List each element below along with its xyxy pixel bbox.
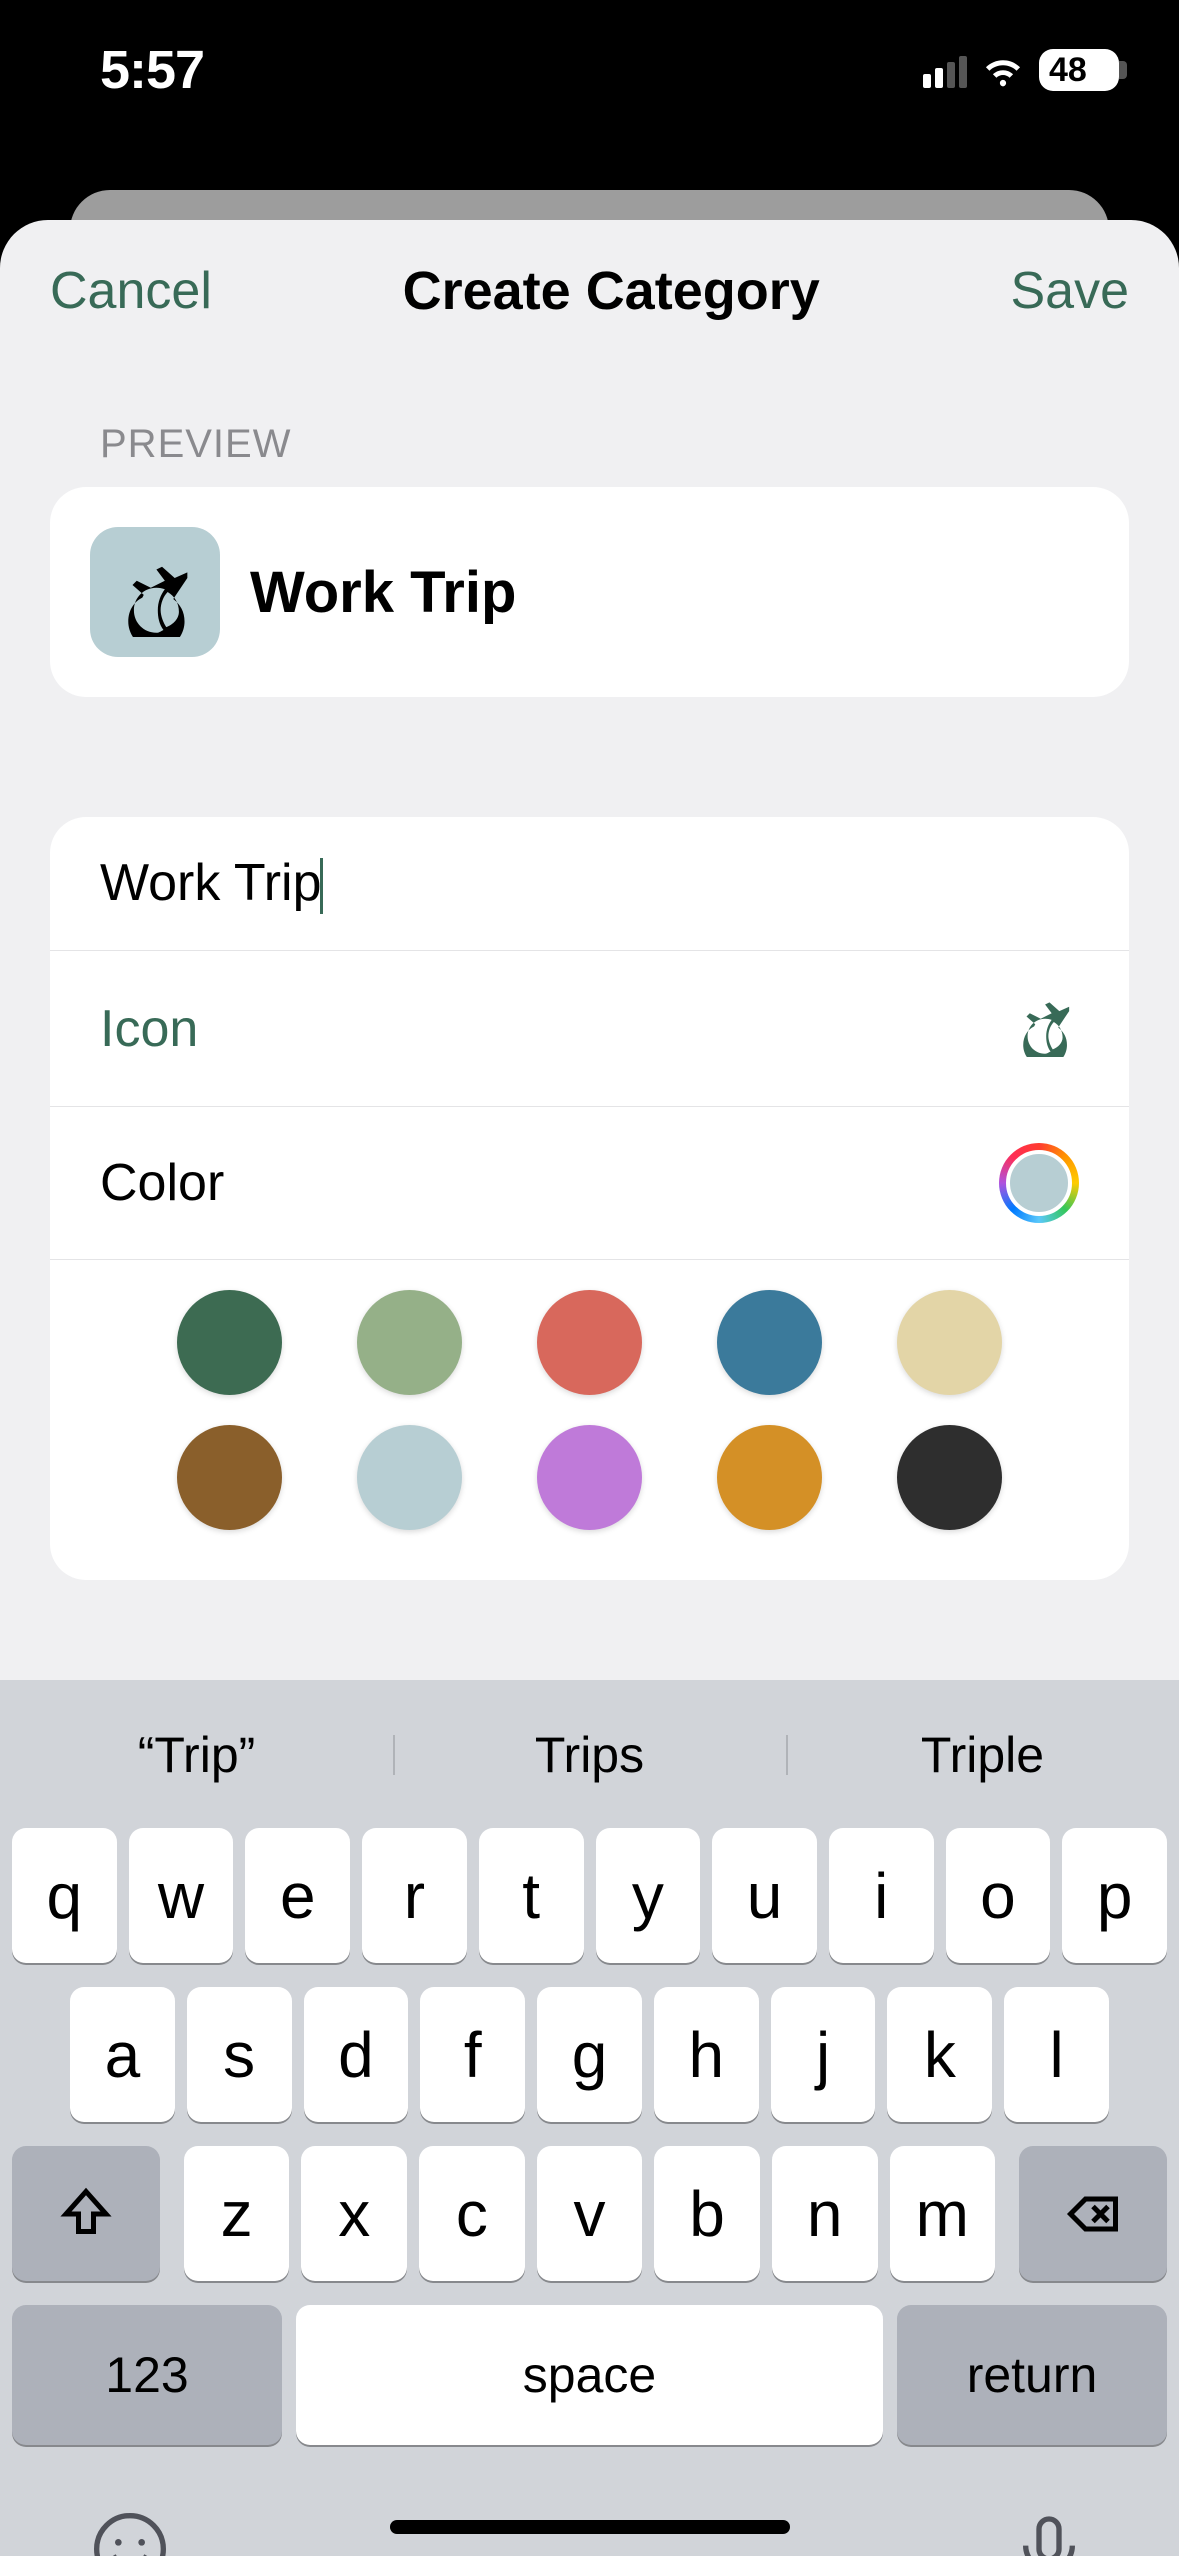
key-k[interactable]: k — [887, 1987, 992, 2122]
name-input-row[interactable]: Work Trip — [50, 817, 1129, 951]
page-title: Create Category — [403, 260, 820, 322]
battery-level: 48 — [1049, 51, 1087, 90]
name-input[interactable]: Work Trip — [100, 853, 323, 914]
color-row-label: Color — [100, 1153, 224, 1213]
text-cursor — [320, 858, 323, 914]
color-swatch-9[interactable] — [897, 1425, 1002, 1530]
keyboard: “Trip” Trips Triple qwertyuiop asdfghjkl… — [0, 1680, 1179, 2556]
keyboard-bottom-bar — [0, 2469, 1179, 2556]
key-y[interactable]: y — [596, 1828, 701, 1963]
preview-card: Work Trip — [50, 487, 1129, 697]
preview-section-label: PREVIEW — [0, 352, 1179, 487]
key-row-2: asdfghjkl — [12, 1987, 1167, 2122]
save-button[interactable]: Save — [1010, 261, 1129, 321]
color-swatch-4[interactable] — [897, 1290, 1002, 1395]
color-swatch-0[interactable] — [177, 1290, 282, 1395]
numbers-key[interactable]: 123 — [12, 2305, 282, 2445]
status-indicators: 48 — [923, 46, 1119, 95]
key-l[interactable]: l — [1004, 1987, 1109, 2122]
emoji-button[interactable] — [90, 2509, 170, 2556]
color-swatch-8[interactable] — [717, 1425, 822, 1530]
create-category-sheet: Cancel Create Category Save PREVIEW Work… — [0, 220, 1179, 2556]
icon-selector-row[interactable]: Icon — [50, 951, 1129, 1107]
key-z[interactable]: z — [184, 2146, 290, 2281]
globe-travel-icon — [1009, 987, 1079, 1057]
color-swatch-1[interactable] — [357, 1290, 462, 1395]
key-s[interactable]: s — [187, 1987, 292, 2122]
form-card: Work Trip Icon Color — [50, 817, 1129, 1580]
globe-travel-icon — [110, 547, 200, 637]
color-swatches — [50, 1260, 1129, 1540]
color-swatch-7[interactable] — [537, 1425, 642, 1530]
category-name-preview: Work Trip — [250, 559, 516, 626]
suggestion-2[interactable]: Trips — [393, 1726, 786, 1784]
key-d[interactable]: d — [304, 1987, 409, 2122]
key-u[interactable]: u — [712, 1828, 817, 1963]
key-c[interactable]: c — [419, 2146, 525, 2281]
key-m[interactable]: m — [890, 2146, 996, 2281]
key-row-4: 123 space return — [12, 2305, 1167, 2445]
backspace-icon — [1063, 2184, 1123, 2244]
key-o[interactable]: o — [946, 1828, 1051, 1963]
color-swatch-2[interactable] — [537, 1290, 642, 1395]
key-t[interactable]: t — [479, 1828, 584, 1963]
color-swatch-6[interactable] — [357, 1425, 462, 1530]
backspace-key[interactable] — [1019, 2146, 1167, 2281]
key-r[interactable]: r — [362, 1828, 467, 1963]
color-swatch-5[interactable] — [177, 1425, 282, 1530]
battery-indicator: 48 — [1039, 49, 1119, 91]
microphone-icon — [1009, 2509, 1089, 2556]
key-x[interactable]: x — [301, 2146, 407, 2281]
space-key[interactable]: space — [296, 2305, 883, 2445]
status-bar: 5:57 48 — [0, 0, 1179, 110]
key-e[interactable]: e — [245, 1828, 350, 1963]
return-key[interactable]: return — [897, 2305, 1167, 2445]
home-indicator[interactable] — [390, 2520, 790, 2534]
key-p[interactable]: p — [1062, 1828, 1167, 1963]
key-a[interactable]: a — [70, 1987, 175, 2122]
status-time: 5:57 — [100, 39, 204, 101]
key-j[interactable]: j — [771, 1987, 876, 2122]
color-wheel-icon[interactable] — [999, 1143, 1079, 1223]
key-w[interactable]: w — [129, 1828, 234, 1963]
icon-row-label: Icon — [100, 999, 198, 1059]
selected-icon-preview — [1009, 987, 1079, 1070]
key-g[interactable]: g — [537, 1987, 642, 2122]
key-row-3: zxcvbnm — [12, 2146, 1167, 2281]
key-b[interactable]: b — [654, 2146, 760, 2281]
dictation-button[interactable] — [1009, 2509, 1089, 2556]
color-swatch-3[interactable] — [717, 1290, 822, 1395]
color-selector-row[interactable]: Color — [50, 1107, 1129, 1260]
emoji-icon — [90, 2509, 170, 2556]
cancel-button[interactable]: Cancel — [50, 261, 212, 321]
shift-icon — [56, 2184, 116, 2244]
shift-key[interactable] — [12, 2146, 160, 2281]
suggestion-3[interactable]: Triple — [786, 1726, 1179, 1784]
key-v[interactable]: v — [537, 2146, 643, 2281]
key-h[interactable]: h — [654, 1987, 759, 2122]
wifi-icon — [981, 46, 1025, 95]
key-row-1: qwertyuiop — [12, 1828, 1167, 1963]
category-icon-preview — [90, 527, 220, 657]
keyboard-suggestions: “Trip” Trips Triple — [0, 1700, 1179, 1810]
nav-bar: Cancel Create Category Save — [0, 220, 1179, 352]
key-i[interactable]: i — [829, 1828, 934, 1963]
cellular-icon — [923, 52, 967, 88]
suggestion-1[interactable]: “Trip” — [0, 1726, 393, 1784]
key-n[interactable]: n — [772, 2146, 878, 2281]
key-q[interactable]: q — [12, 1828, 117, 1963]
key-f[interactable]: f — [420, 1987, 525, 2122]
